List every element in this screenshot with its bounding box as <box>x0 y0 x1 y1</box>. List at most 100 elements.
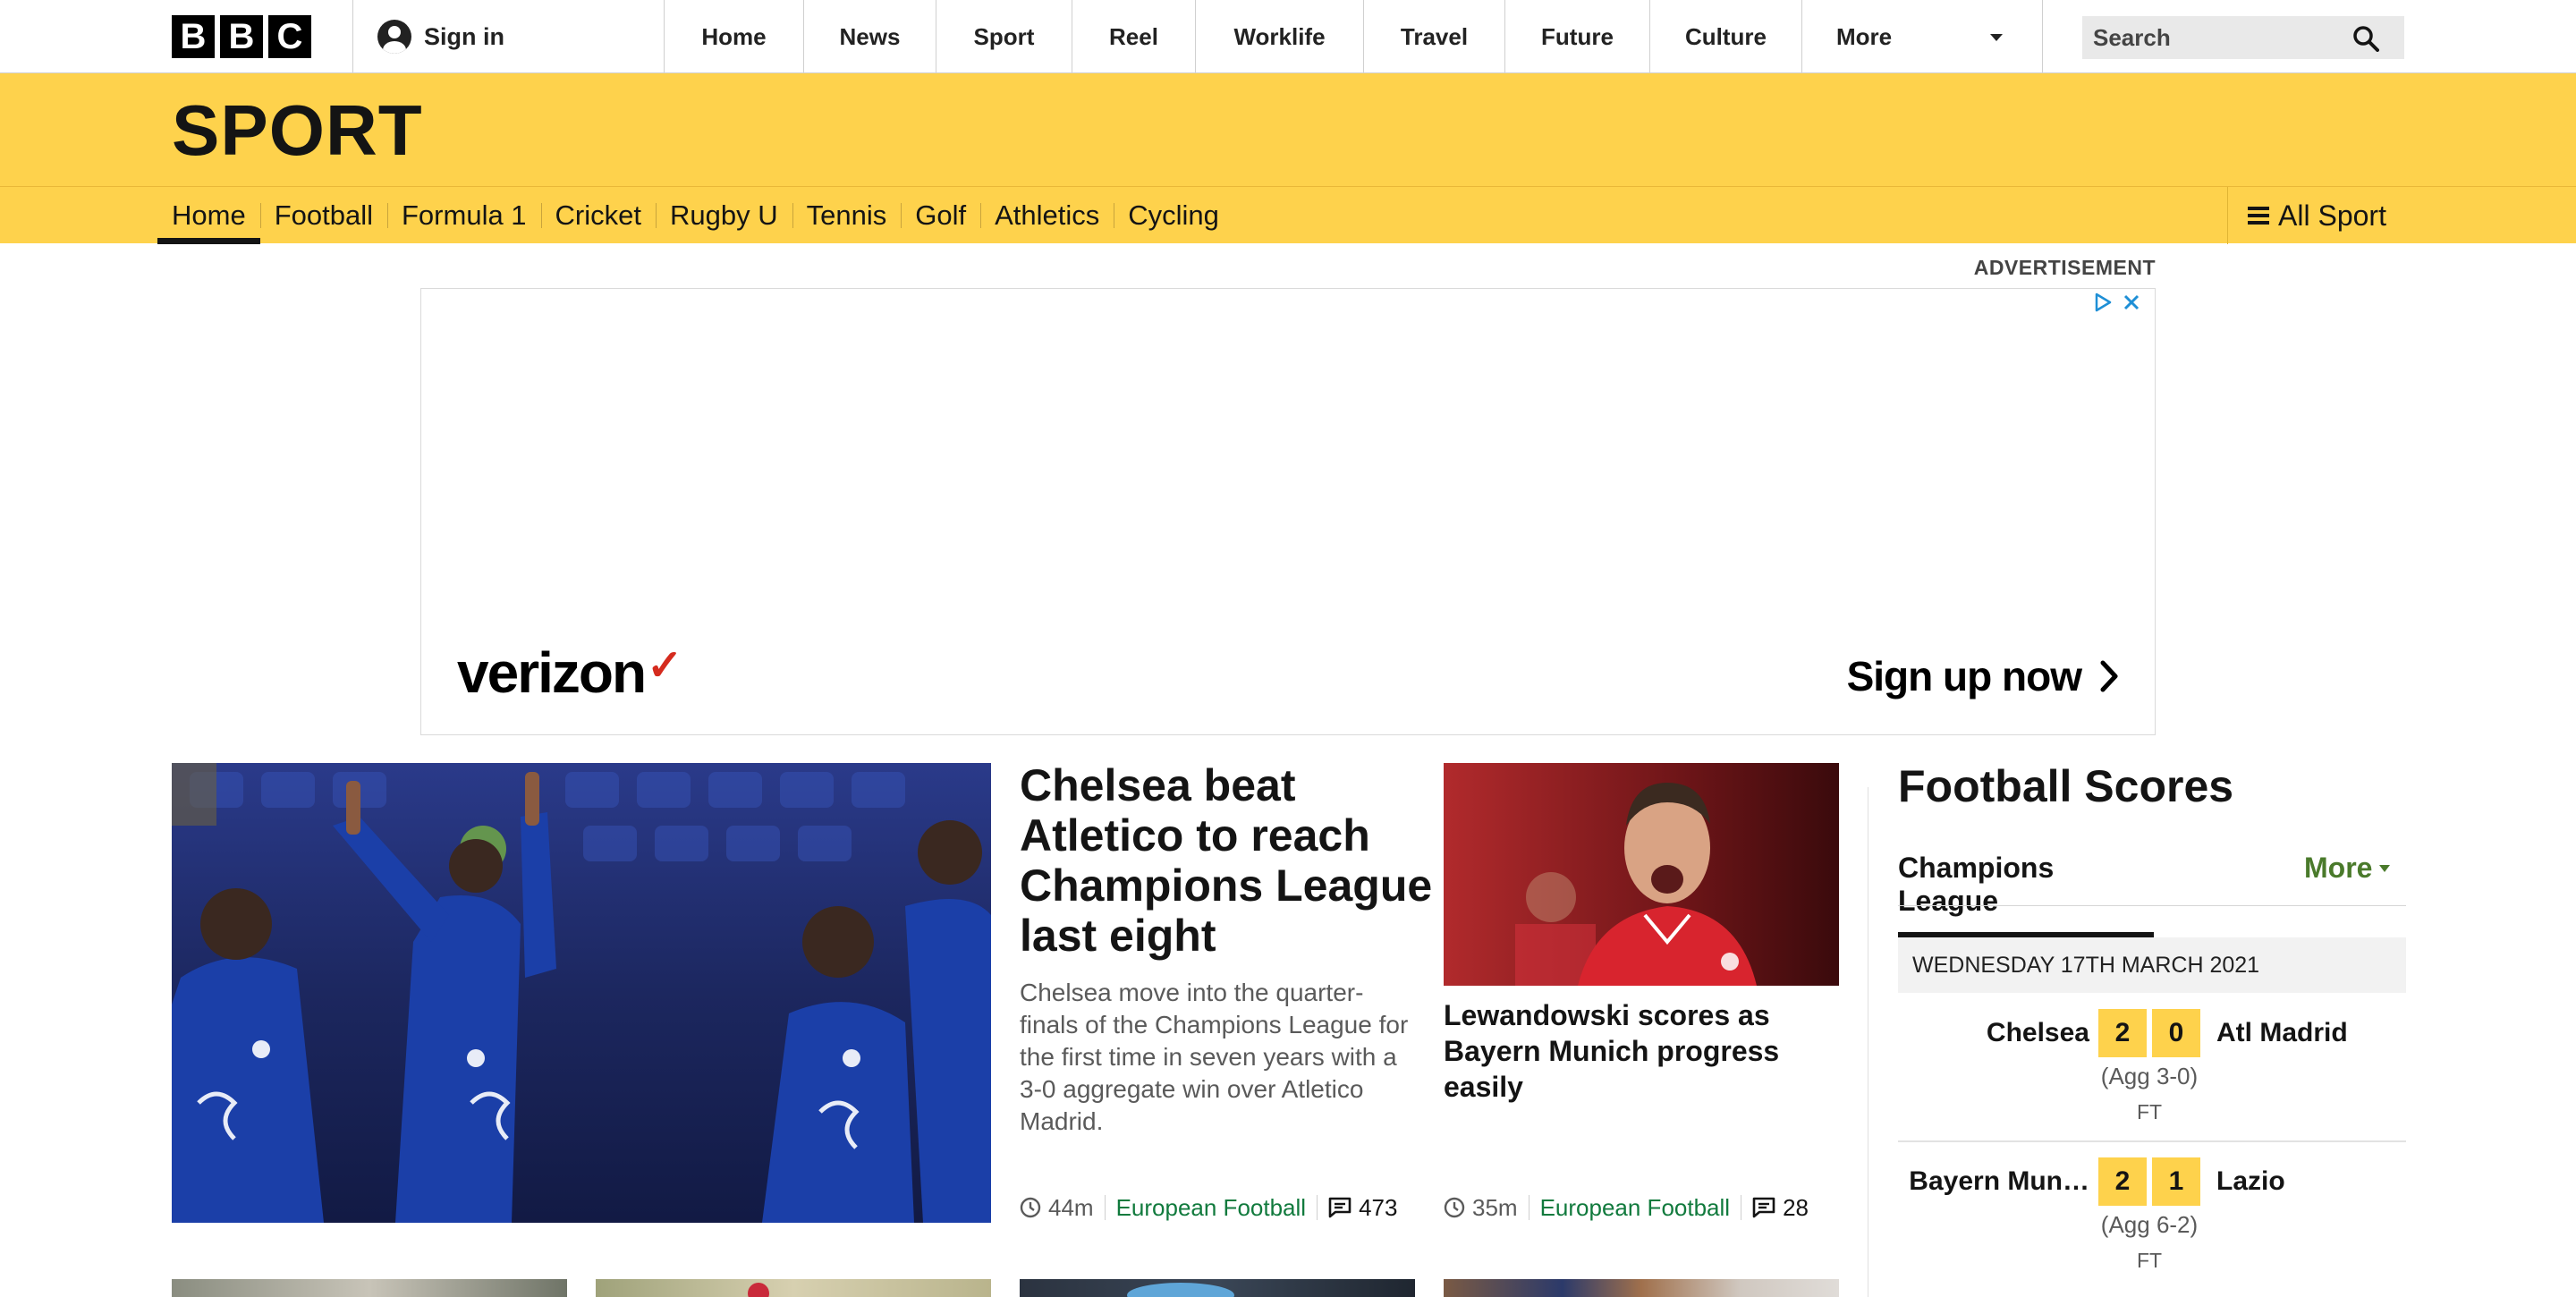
global-nav-reel[interactable]: Reel <box>1072 0 1195 73</box>
match-status: FT <box>2136 1249 2163 1272</box>
scores-tab-champions-league[interactable]: Champions League <box>1898 852 2154 938</box>
lead-story-time: 44m <box>1048 1193 1094 1221</box>
story-thumbnail-photo <box>748 1283 769 1297</box>
verizon-check-mark: ✓ <box>647 642 682 690</box>
all-sport-label: All Sport <box>2278 199 2386 232</box>
meta-divider <box>1528 1195 1530 1220</box>
lead-story-tag[interactable]: European Football <box>1116 1194 1306 1222</box>
story-thumbnail-photo <box>1127 1283 1234 1297</box>
fixture-row[interactable]: Bayern Mun… 2 1 Lazio (Agg 6-2) FT <box>1898 1157 2406 1283</box>
avatar-icon <box>377 20 411 54</box>
caret-down-icon <box>1990 34 2003 41</box>
sport-banner: SPORT <box>0 73 2576 186</box>
verizon-logo: verizon✓ <box>457 640 682 706</box>
scores-more-label: More <box>2304 852 2373 884</box>
home-score: 2 <box>2098 1157 2147 1206</box>
search-icon[interactable] <box>2352 25 2379 52</box>
global-nav-news[interactable]: News <box>803 0 936 73</box>
all-sport-button[interactable]: All Sport <box>2227 187 2406 244</box>
global-nav: Home News Sport Reel Worklife Travel Fut… <box>664 0 2043 73</box>
advertisement-label: ADVERTISEMENT <box>1973 256 2156 279</box>
caret-down-icon <box>2379 864 2391 872</box>
meta-divider <box>1104 1195 1106 1220</box>
bbc-logo-letter: B <box>220 15 263 58</box>
subnav-tab-golf[interactable]: Golf <box>901 187 980 244</box>
global-nav-culture[interactable]: Culture <box>1649 0 1801 73</box>
football-scores-title: Football Scores <box>1898 761 2234 811</box>
subnav-tab-home[interactable]: Home <box>157 187 260 244</box>
story-thumbnail[interactable] <box>1444 1279 1839 1297</box>
close-icon[interactable] <box>2121 291 2142 314</box>
home-score: 2 <box>2098 1009 2147 1057</box>
lead-story-summary: Chelsea move into the quarter-finals of … <box>1020 979 1409 1135</box>
second-story-image[interactable] <box>1444 763 1839 986</box>
global-nav-future[interactable]: Future <box>1504 0 1649 73</box>
second-story-headline[interactable]: Lewandowski scores as Bayern Munich prog… <box>1444 997 1819 1105</box>
comments-icon <box>1328 1197 1352 1218</box>
sign-up-now-label: Sign up now <box>1846 653 2082 699</box>
subnav-tab-cricket[interactable]: Cricket <box>540 187 656 244</box>
meta-divider <box>1317 1195 1318 1220</box>
fixtures-date: WEDNESDAY 17TH MARCH 2021 <box>1898 937 2406 993</box>
away-score: 0 <box>2152 1009 2200 1057</box>
home-team: Bayern Mun… <box>1909 1166 2089 1196</box>
clock-icon <box>1444 1197 1465 1218</box>
bbc-logo-letter: C <box>268 15 311 58</box>
lead-story-headline[interactable]: Chelsea beat Atletico to reach Champions… <box>1020 760 1449 961</box>
global-nav-travel[interactable]: Travel <box>1363 0 1504 73</box>
sport-subnav: Home Football Formula 1 Cricket Rugby U … <box>0 186 2576 244</box>
bbc-logo-letter: B <box>172 15 215 58</box>
sport-subnav-items: Home Football Formula 1 Cricket Rugby U … <box>157 187 1233 244</box>
fixture-row[interactable]: Chelsea 2 0 Atl Madrid (Agg 3-0) FT <box>1898 1009 2406 1134</box>
lead-story-meta: 44m European Football 473 <box>1020 1190 1397 1225</box>
subnav-tab-cycling[interactable]: Cycling <box>1114 187 1233 244</box>
header-divider <box>352 0 353 73</box>
global-nav-more[interactable]: More <box>1801 0 2043 73</box>
search-input[interactable] <box>2093 23 2352 52</box>
away-team: Lazio <box>2216 1166 2285 1196</box>
away-team: Atl Madrid <box>2216 1018 2348 1047</box>
bbc-logo[interactable]: B B C <box>172 15 311 58</box>
section-title[interactable]: SPORT <box>172 89 423 172</box>
story-thumbnail[interactable] <box>1020 1279 1415 1297</box>
bbc-global-header: B B C Sign in Home News Sport Reel Workl… <box>0 0 2576 73</box>
subnav-tab-tennis[interactable]: Tennis <box>792 187 902 244</box>
subnav-tab-formula-1[interactable]: Formula 1 <box>387 187 541 244</box>
home-team: Chelsea <box>1986 1018 2089 1047</box>
sign-in-link[interactable]: Sign in <box>377 18 504 55</box>
lead-story-image[interactable] <box>172 763 991 1223</box>
aggregate-score: (Agg 3-0) <box>2100 1063 2199 1089</box>
chevron-right-icon <box>2100 660 2118 692</box>
ad-controls <box>2092 291 2142 314</box>
away-score: 1 <box>2152 1157 2200 1206</box>
scores-more-dropdown[interactable]: More <box>2304 852 2391 885</box>
match-status: FT <box>2136 1100 2163 1123</box>
lewandowski-photo <box>1444 763 1839 986</box>
verizon-wordmark: verizon <box>457 640 647 705</box>
hamburger-icon <box>2248 207 2270 225</box>
global-nav-worklife[interactable]: Worklife <box>1195 0 1363 73</box>
sign-in-label: Sign in <box>424 22 504 50</box>
sign-up-now-link[interactable]: Sign up now <box>1847 652 2119 700</box>
comments-icon <box>1752 1197 1775 1218</box>
second-story-comment-count[interactable]: 28 <box>1783 1194 1809 1222</box>
global-nav-home[interactable]: Home <box>664 0 803 73</box>
subnav-tab-rugby-union[interactable]: Rugby U <box>656 187 792 244</box>
chelsea-players-photo <box>172 763 991 1223</box>
story-thumbnail[interactable] <box>596 1279 991 1297</box>
subnav-tab-athletics[interactable]: Athletics <box>980 187 1114 244</box>
clock-icon <box>1020 1197 1041 1218</box>
aggregate-score: (Agg 6-2) <box>2100 1211 2199 1238</box>
second-story-time: 35m <box>1472 1193 1518 1221</box>
global-nav-more-label: More <box>1836 22 1893 50</box>
advertisement-banner[interactable]: verizon✓ Sign up now <box>420 288 2156 735</box>
global-nav-sport[interactable]: Sport <box>936 0 1072 73</box>
subnav-tab-football[interactable]: Football <box>259 187 387 244</box>
second-story-tag[interactable]: European Football <box>1540 1194 1730 1222</box>
search-box <box>2082 16 2404 59</box>
scores-tab-rule <box>1898 905 2406 906</box>
lead-story-comment-count[interactable]: 473 <box>1359 1194 1397 1222</box>
story-thumbnail[interactable] <box>172 1279 567 1297</box>
second-story-meta: 35m European Football 28 <box>1444 1190 1809 1225</box>
ad-choices-icon[interactable] <box>2092 291 2114 314</box>
